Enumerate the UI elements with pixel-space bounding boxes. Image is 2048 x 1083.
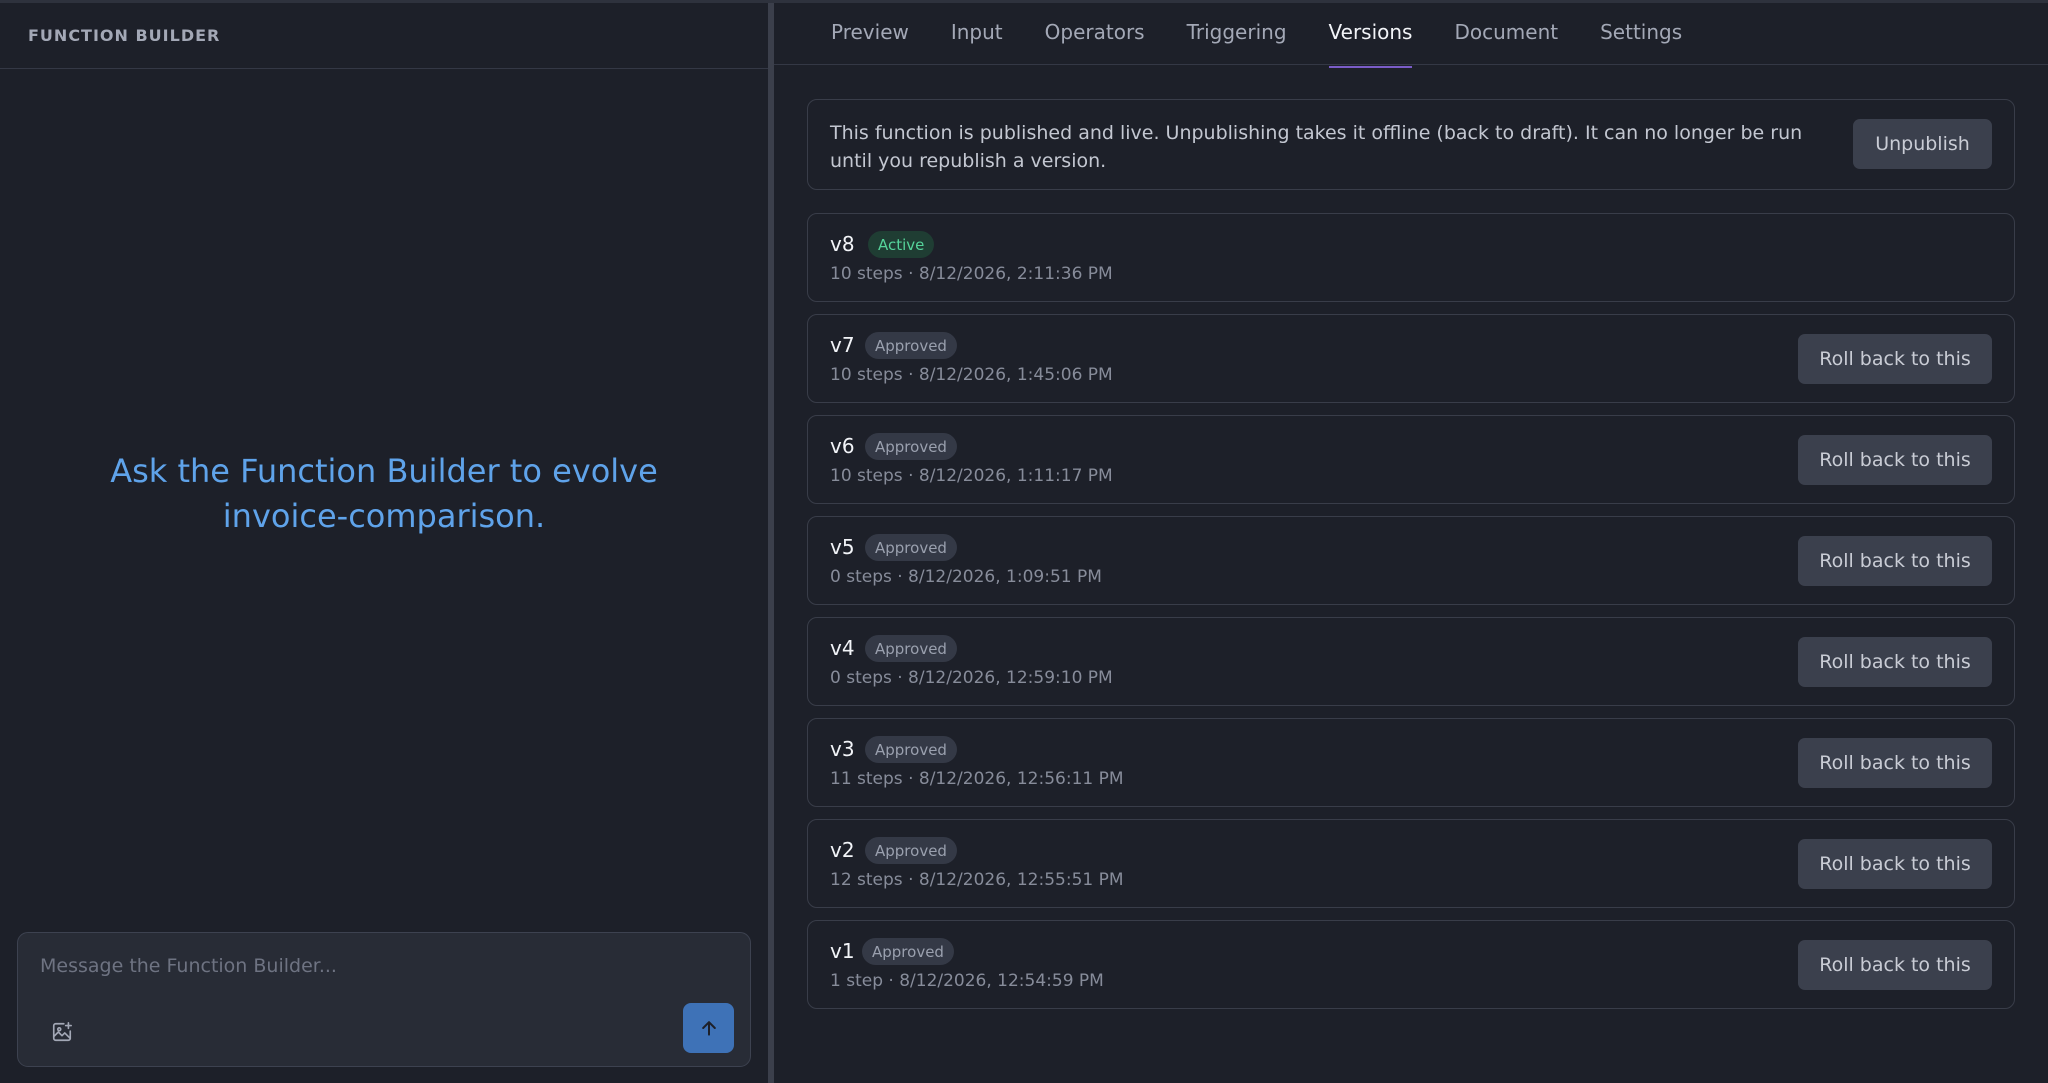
rollback-button-v4[interactable]: Roll back to this [1798,637,1992,687]
tab-versions[interactable]: Versions [1308,0,1434,68]
version-name: v4 [830,636,855,660]
version-name: v7 [830,333,855,357]
version-row-v1: v1 Approved 1 step · 8/12/2026, 12:54:59… [807,920,2015,1009]
version-row-v2: v2 Approved 12 steps · 8/12/2026, 12:55:… [807,819,2015,908]
image-plus-icon [52,1022,72,1042]
status-badge: Approved [865,433,957,460]
attach-image-button[interactable] [46,1016,78,1048]
function-detail-panel: Preview Input Operators Triggering Versi… [774,3,2048,1083]
empty-state-prompt: Ask the Function Builder to evolve invoi… [110,452,658,535]
version-name: v8 [830,232,855,256]
version-meta: 0 steps · 8/12/2026, 12:59:10 PM [830,668,1113,688]
tab-input[interactable]: Input [930,0,1024,64]
publish-notice: This function is published and live. Unp… [807,99,2015,190]
version-name: v2 [830,838,855,862]
version-row-v7: v7 Approved 10 steps · 8/12/2026, 1:45:0… [807,314,2015,403]
function-builder-panel: FUNCTION BUILDER Ask the Function Builde… [0,3,768,1083]
status-badge: Approved [865,837,957,864]
version-row-v4: v4 Approved 0 steps · 8/12/2026, 12:59:1… [807,617,2015,706]
version-name: v5 [830,535,855,559]
version-name: v1 [830,939,855,963]
rollback-button-v3[interactable]: Roll back to this [1798,738,1992,788]
version-meta: 12 steps · 8/12/2026, 12:55:51 PM [830,870,1124,890]
rollback-button-v5[interactable]: Roll back to this [1798,536,1992,586]
status-badge: Approved [865,534,957,561]
tab-bar: Preview Input Operators Triggering Versi… [774,0,2048,68]
version-meta: 11 steps · 8/12/2026, 12:56:11 PM [830,769,1124,789]
version-meta: 1 step · 8/12/2026, 12:54:59 PM [830,971,1104,991]
tab-operators[interactable]: Operators [1024,0,1166,64]
send-button[interactable] [683,1003,734,1053]
version-meta: 0 steps · 8/12/2026, 1:09:51 PM [830,567,1102,587]
tab-triggering[interactable]: Triggering [1166,0,1308,64]
version-meta: 10 steps · 8/12/2026, 1:45:06 PM [830,365,1113,385]
panel-title: FUNCTION BUILDER [28,26,221,45]
version-row-v8: v8 Active 10 steps · 8/12/2026, 2:11:36 … [807,213,2015,302]
tab-preview[interactable]: Preview [810,0,930,64]
version-name: v3 [830,737,855,761]
status-badge: Approved [862,938,954,965]
version-meta: 10 steps · 8/12/2026, 1:11:17 PM [830,466,1113,486]
rollback-button-v2[interactable]: Roll back to this [1798,839,1992,889]
unpublish-button[interactable]: Unpublish [1853,119,1992,169]
rollback-button-v6[interactable]: Roll back to this [1798,435,1992,485]
status-badge: Approved [865,635,957,662]
arrow-up-icon [701,1021,716,1036]
message-composer [17,932,751,1067]
status-badge: Approved [865,736,957,763]
version-name: v6 [830,434,855,458]
version-meta: 10 steps · 8/12/2026, 2:11:36 PM [830,264,1113,284]
publish-notice-text: This function is published and live. Unp… [830,122,1803,172]
version-row-v5: v5 Approved 0 steps · 8/12/2026, 1:09:51… [807,516,2015,605]
message-input[interactable] [40,951,720,981]
status-badge: Active [868,231,935,258]
rollback-button-v1[interactable]: Roll back to this [1798,940,1992,990]
rollback-button-v7[interactable]: Roll back to this [1798,334,1992,384]
version-row-v3: v3 Approved 11 steps · 8/12/2026, 12:56:… [807,718,2015,807]
status-badge: Approved [865,332,957,359]
panel-header: FUNCTION BUILDER [0,3,768,69]
version-row-v6: v6 Approved 10 steps · 8/12/2026, 1:11:1… [807,415,2015,504]
tab-document[interactable]: Document [1433,0,1579,64]
tab-settings[interactable]: Settings [1579,0,1703,64]
